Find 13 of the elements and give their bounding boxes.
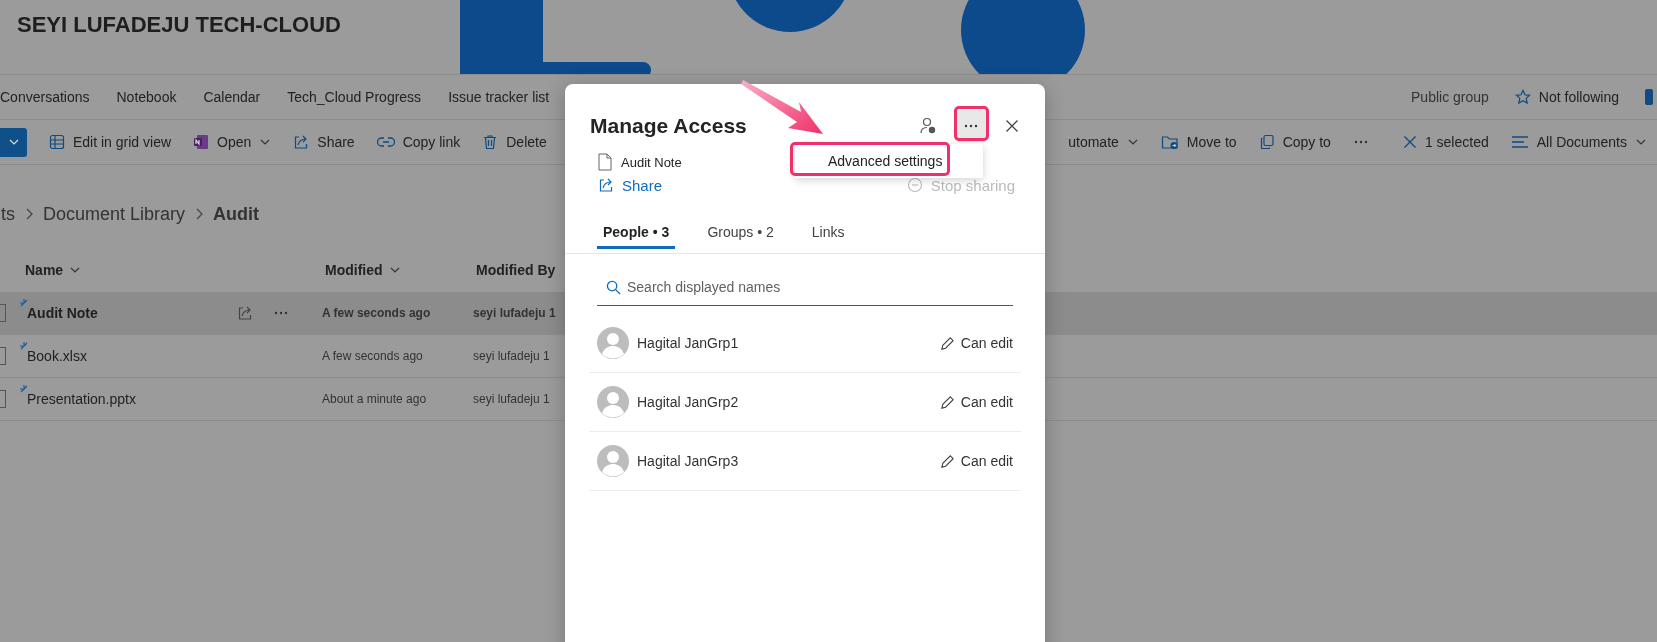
dialog-title: Manage Access	[590, 114, 747, 138]
group-privacy-label: Public group	[1411, 89, 1489, 105]
file-name: Audit Note	[621, 154, 682, 170]
modified-cell-text: About a minute ago	[322, 392, 428, 406]
modified-by-cell: seyi lufadeju 1	[473, 349, 550, 363]
modified-by-cell: seyi lufadeju 1	[473, 306, 556, 320]
person-name: Hagital JanGrp2	[637, 394, 739, 410]
person-name: Hagital JanGrp1	[637, 335, 739, 351]
modified-cell-text: A few seconds ago	[322, 349, 424, 363]
site-title: SEYI LUFADEJU TECH-CLOUD	[16, 11, 341, 38]
person-name: Hagital JanGrp3	[637, 453, 739, 469]
modified-cell-text: A few seconds ago	[322, 306, 432, 320]
modified-by-cell: seyi lufadeju 1	[473, 392, 550, 406]
